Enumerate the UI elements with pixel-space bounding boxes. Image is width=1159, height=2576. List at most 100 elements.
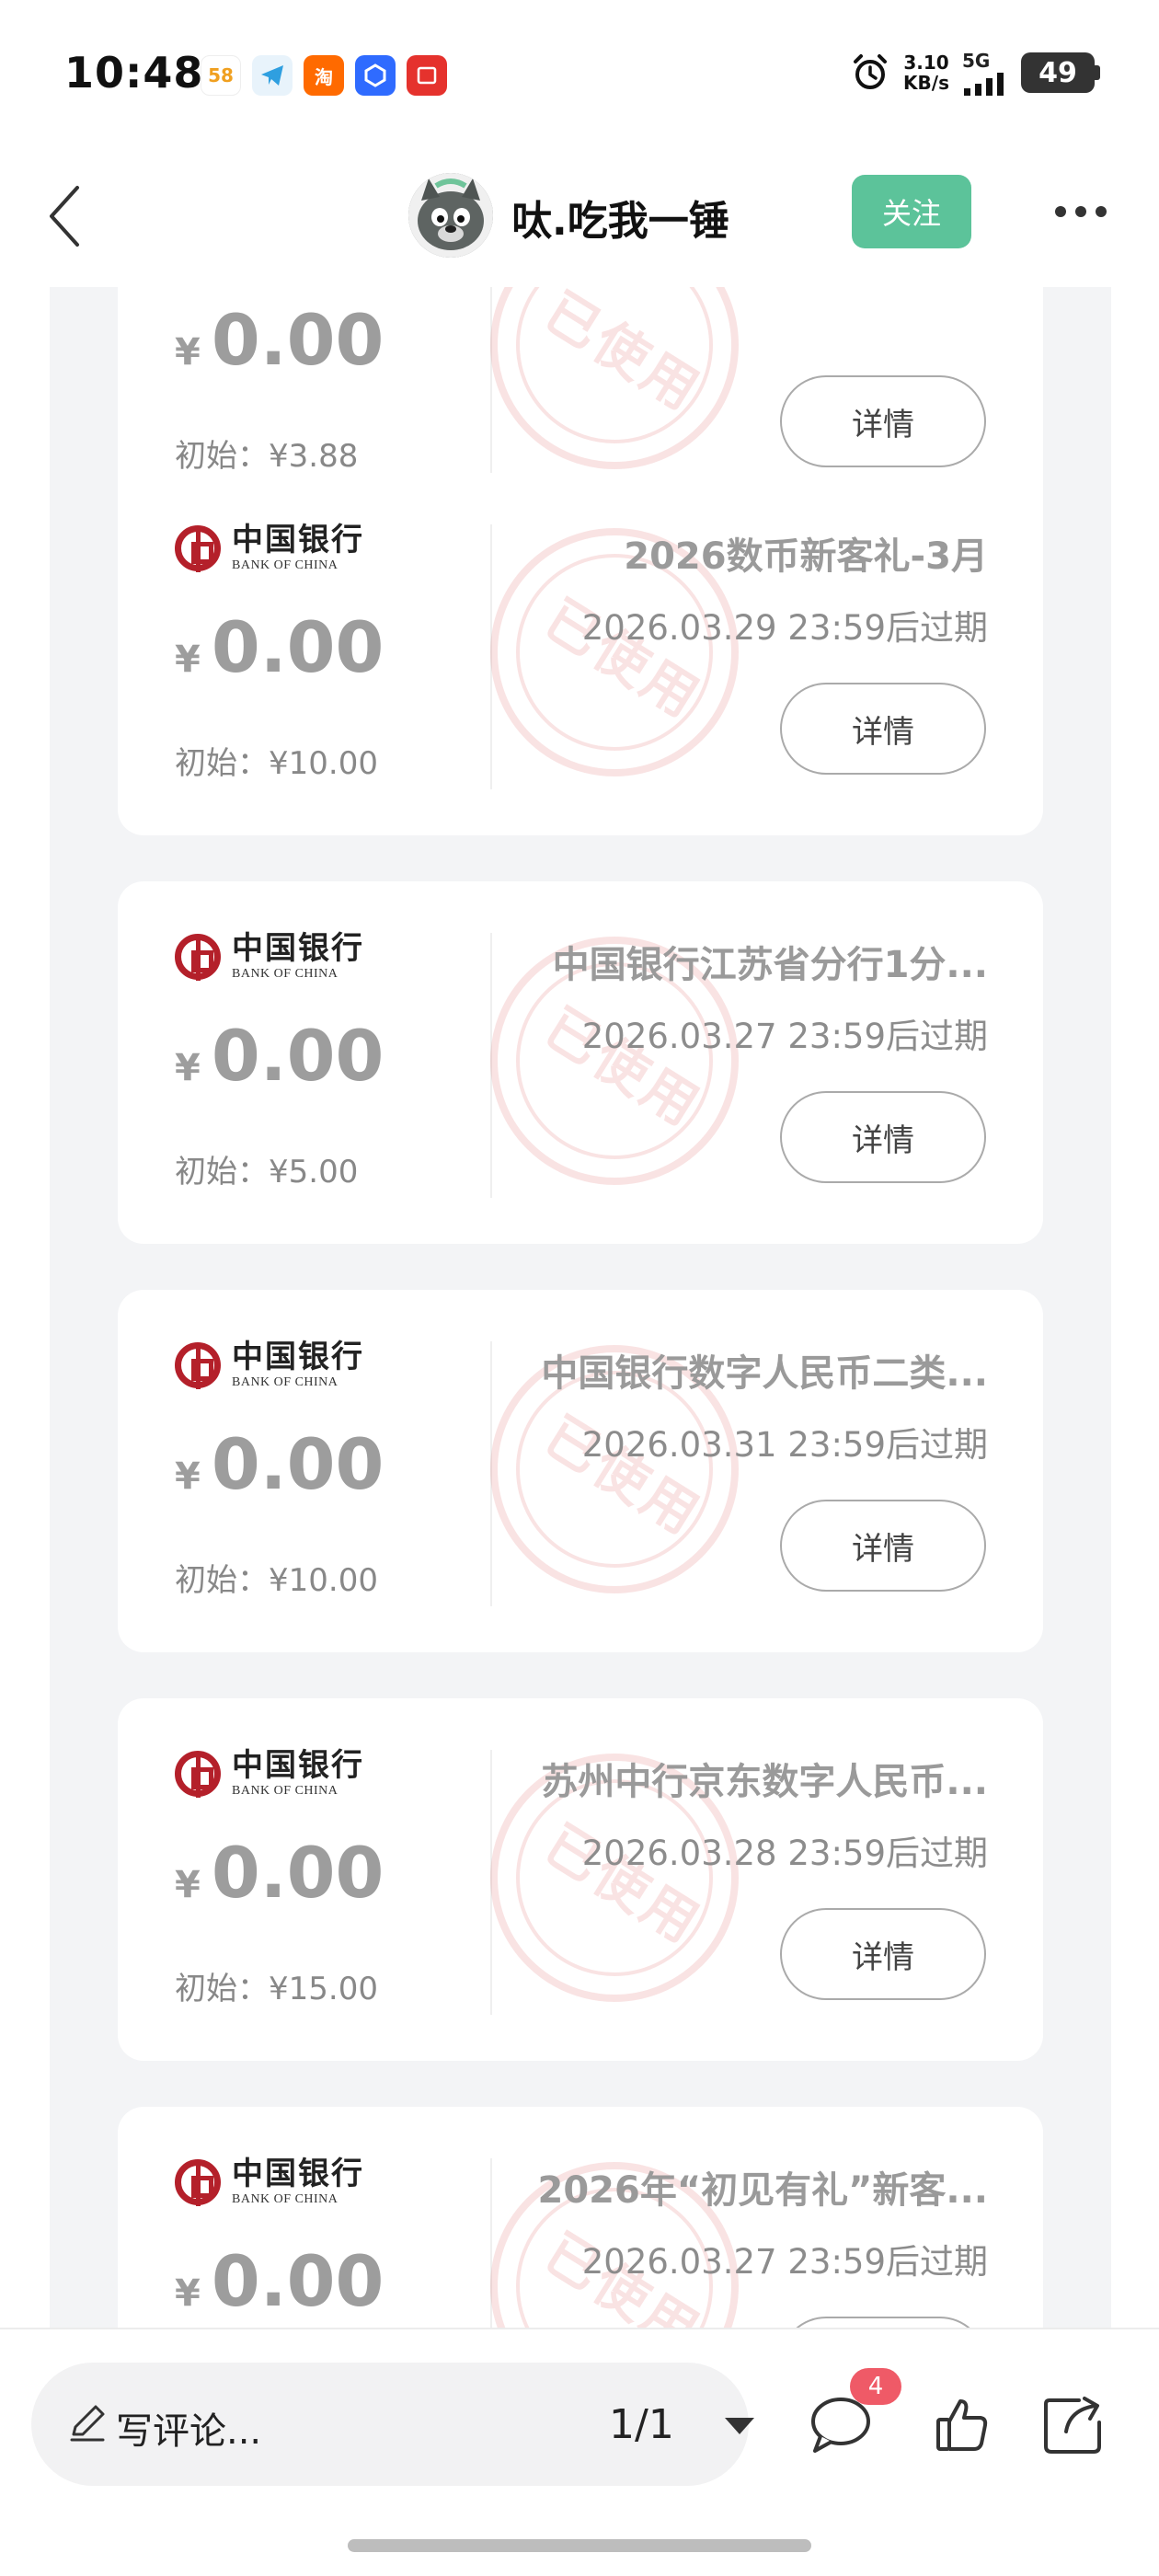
bank-name-en: BANK OF CHINA [232, 2192, 339, 2206]
thumbs-up-icon [936, 2399, 988, 2451]
currency-symbol: ¥ [175, 1455, 201, 1498]
voucher-card[interactable]: 中国银行 BANK OF CHINA ¥ 0.00 初始：¥5.00 已使用 中… [118, 881, 1043, 1244]
bank-logo-icon [175, 1751, 221, 1798]
bank-of-china-logo: 中国银行 BANK OF CHINA [175, 1750, 364, 1798]
bank-of-china-logo: 中国银行 BANK OF CHINA [175, 933, 364, 981]
voucher-expiry: 2026.03.29 23:59后过期 [581, 608, 988, 648]
voucher-title: 2026数币新客礼-3月 [624, 535, 988, 578]
comment-input[interactable]: 写评论... 1/1 [31, 2363, 754, 2486]
balance-value: 0.00 [211, 606, 384, 688]
currency-symbol: ¥ [175, 331, 201, 374]
voucher-amount: ¥ 0.00 [175, 1015, 384, 1097]
balance-value: 0.00 [211, 1423, 384, 1505]
voucher-card[interactable]: 中国银行 BANK OF CHINA ¥ 0.00 已使用 2026年“初见有礼… [118, 2107, 1043, 2329]
chevron-left-icon [50, 186, 79, 247]
currency-symbol: ¥ [175, 2272, 201, 2315]
net-speed: 3.10 KB/s [903, 52, 949, 93]
balance-value: 0.00 [211, 1015, 384, 1097]
battery-indicator: 49 [1021, 52, 1100, 93]
voucher-title: 苏州中行京东数字人民币... [541, 1761, 988, 1803]
initial-amount: 初始：¥5.00 [175, 1154, 359, 1190]
net-speed-unit: KB/s [903, 72, 949, 94]
alarm-icon [854, 54, 888, 89]
avatar[interactable] [408, 173, 493, 258]
telegram-app-icon [252, 55, 293, 96]
user-name[interactable]: 呔.吃我一锤 [511, 188, 729, 247]
bank-logo-text: 中国银行 BANK OF CHINA [232, 933, 364, 981]
comment-placeholder: 写评论... [116, 2410, 262, 2453]
more-button[interactable] [1049, 184, 1113, 239]
voucher-expiry: 2026.03.27 23:59后过期 [581, 2242, 988, 2282]
voucher-amount: ¥ 0.00 [175, 606, 384, 688]
bank-logo-text: 中国银行 BANK OF CHINA [232, 2158, 364, 2206]
voucher-expiry: 2026.03.31 23:59后过期 [581, 1425, 988, 1465]
status-app-icons: 58 淘 [201, 55, 447, 96]
bank-logo-text: 中国银行 BANK OF CHINA [232, 1341, 364, 1389]
voucher-list[interactable]: 中国银行 BANK OF CHINA ¥ 0.00 初始：¥3.88 已使用 详… [50, 287, 1111, 2329]
bank-logo-text: 中国银行 BANK OF CHINA [232, 524, 364, 572]
voucher-card[interactable]: 中国银行 BANK OF CHINA ¥ 0.00 初始：¥10.00 已使用 … [118, 1290, 1043, 1652]
share-icon [1044, 2397, 1101, 2454]
follow-button[interactable]: 关注 [852, 175, 971, 248]
voucher-amount: ¥ 0.00 [175, 2240, 384, 2322]
detail-button[interactable]: 详情 [780, 1091, 986, 1183]
page-indicator[interactable]: 1/1 [609, 2401, 674, 2448]
card-divider [490, 287, 492, 482]
voucher-expiry: 2026.03.27 23:59后过期 [581, 1017, 988, 1056]
share-button[interactable] [1038, 2390, 1107, 2460]
bank-name-cn: 中国银行 [232, 1747, 364, 1784]
bank-logo-icon [175, 934, 221, 981]
voucher-amount: ¥ 0.00 [175, 1832, 384, 1914]
more-dot-icon [1075, 206, 1086, 217]
bank-of-china-logo: 中国银行 BANK OF CHINA [175, 524, 364, 572]
bank-of-china-logo: 中国银行 BANK OF CHINA [175, 2158, 364, 2206]
taobao-app-icon: 淘 [304, 55, 344, 96]
bank-name-en: BANK OF CHINA [232, 1375, 339, 1389]
detail-button[interactable]: 详情 [780, 1500, 986, 1592]
bank-name-en: BANK OF CHINA [232, 1784, 339, 1798]
currency-symbol: ¥ [175, 1047, 201, 1089]
58-app-icon: 58 [201, 55, 241, 96]
used-stamp: 已使用 [490, 287, 739, 469]
more-dot-icon [1096, 206, 1107, 217]
bank-name-cn: 中国银行 [232, 930, 364, 967]
voucher-expiry: 2026.03.28 23:59后过期 [581, 1834, 988, 1873]
bank-name-en: BANK OF CHINA [232, 558, 339, 572]
bank-of-china-logo: 中国银行 BANK OF CHINA [175, 1341, 364, 1389]
bank-name-cn: 中国银行 [232, 2156, 364, 2192]
wolf-avatar-icon [408, 173, 493, 258]
signal-bars-icon [964, 73, 1004, 96]
net-speed-value: 3.10 [903, 52, 949, 74]
voucher-card[interactable]: 中国银行 BANK OF CHINA ¥ 0.00 初始：¥10.00 已使用 … [118, 473, 1043, 835]
bank-logo-icon [175, 525, 221, 572]
voucher-title: 2026年“初见有礼”新客... [537, 2169, 989, 2212]
signal-indicator: 5G [962, 50, 1008, 96]
balance-value: 0.00 [211, 1832, 384, 1914]
bank-name-cn: 中国银行 [232, 1339, 364, 1375]
app-red-icon [407, 55, 447, 96]
bank-name-cn: 中国银行 [232, 522, 364, 558]
detail-button[interactable]: 详情 [780, 683, 986, 775]
voucher-card[interactable]: 中国银行 BANK OF CHINA ¥ 0.00 初始：¥15.00 已使用 … [118, 1698, 1043, 2061]
home-indicator[interactable] [348, 2539, 811, 2552]
like-button[interactable] [927, 2390, 997, 2460]
initial-amount: 初始：¥15.00 [175, 1971, 378, 2007]
detail-button[interactable]: 详情 [780, 375, 986, 467]
comment-count-badge: 4 [850, 2368, 901, 2405]
initial-amount: 初始：¥10.00 [175, 1562, 378, 1599]
balance-value: 0.00 [211, 2240, 384, 2322]
voucher-amount: ¥ 0.00 [175, 1423, 384, 1505]
back-button[interactable] [28, 175, 101, 258]
status-right: 3.10 KB/s 5G 49 [850, 50, 1100, 96]
balance-value: 0.00 [211, 299, 384, 381]
status-bar: 10:48 58 淘 3.10 KB/s 5G 49 [0, 0, 1159, 147]
currency-symbol: ¥ [175, 638, 201, 681]
caret-down-icon[interactable] [725, 2418, 754, 2434]
app-blue-icon [355, 55, 396, 96]
initial-amount: 初始：¥10.00 [175, 745, 378, 782]
detail-button[interactable]: 详情 [780, 1908, 986, 2000]
more-dot-icon [1055, 206, 1066, 217]
bank-name-en: BANK OF CHINA [232, 967, 339, 981]
status-time: 10:48 [64, 48, 204, 98]
currency-symbol: ¥ [175, 1864, 201, 1906]
